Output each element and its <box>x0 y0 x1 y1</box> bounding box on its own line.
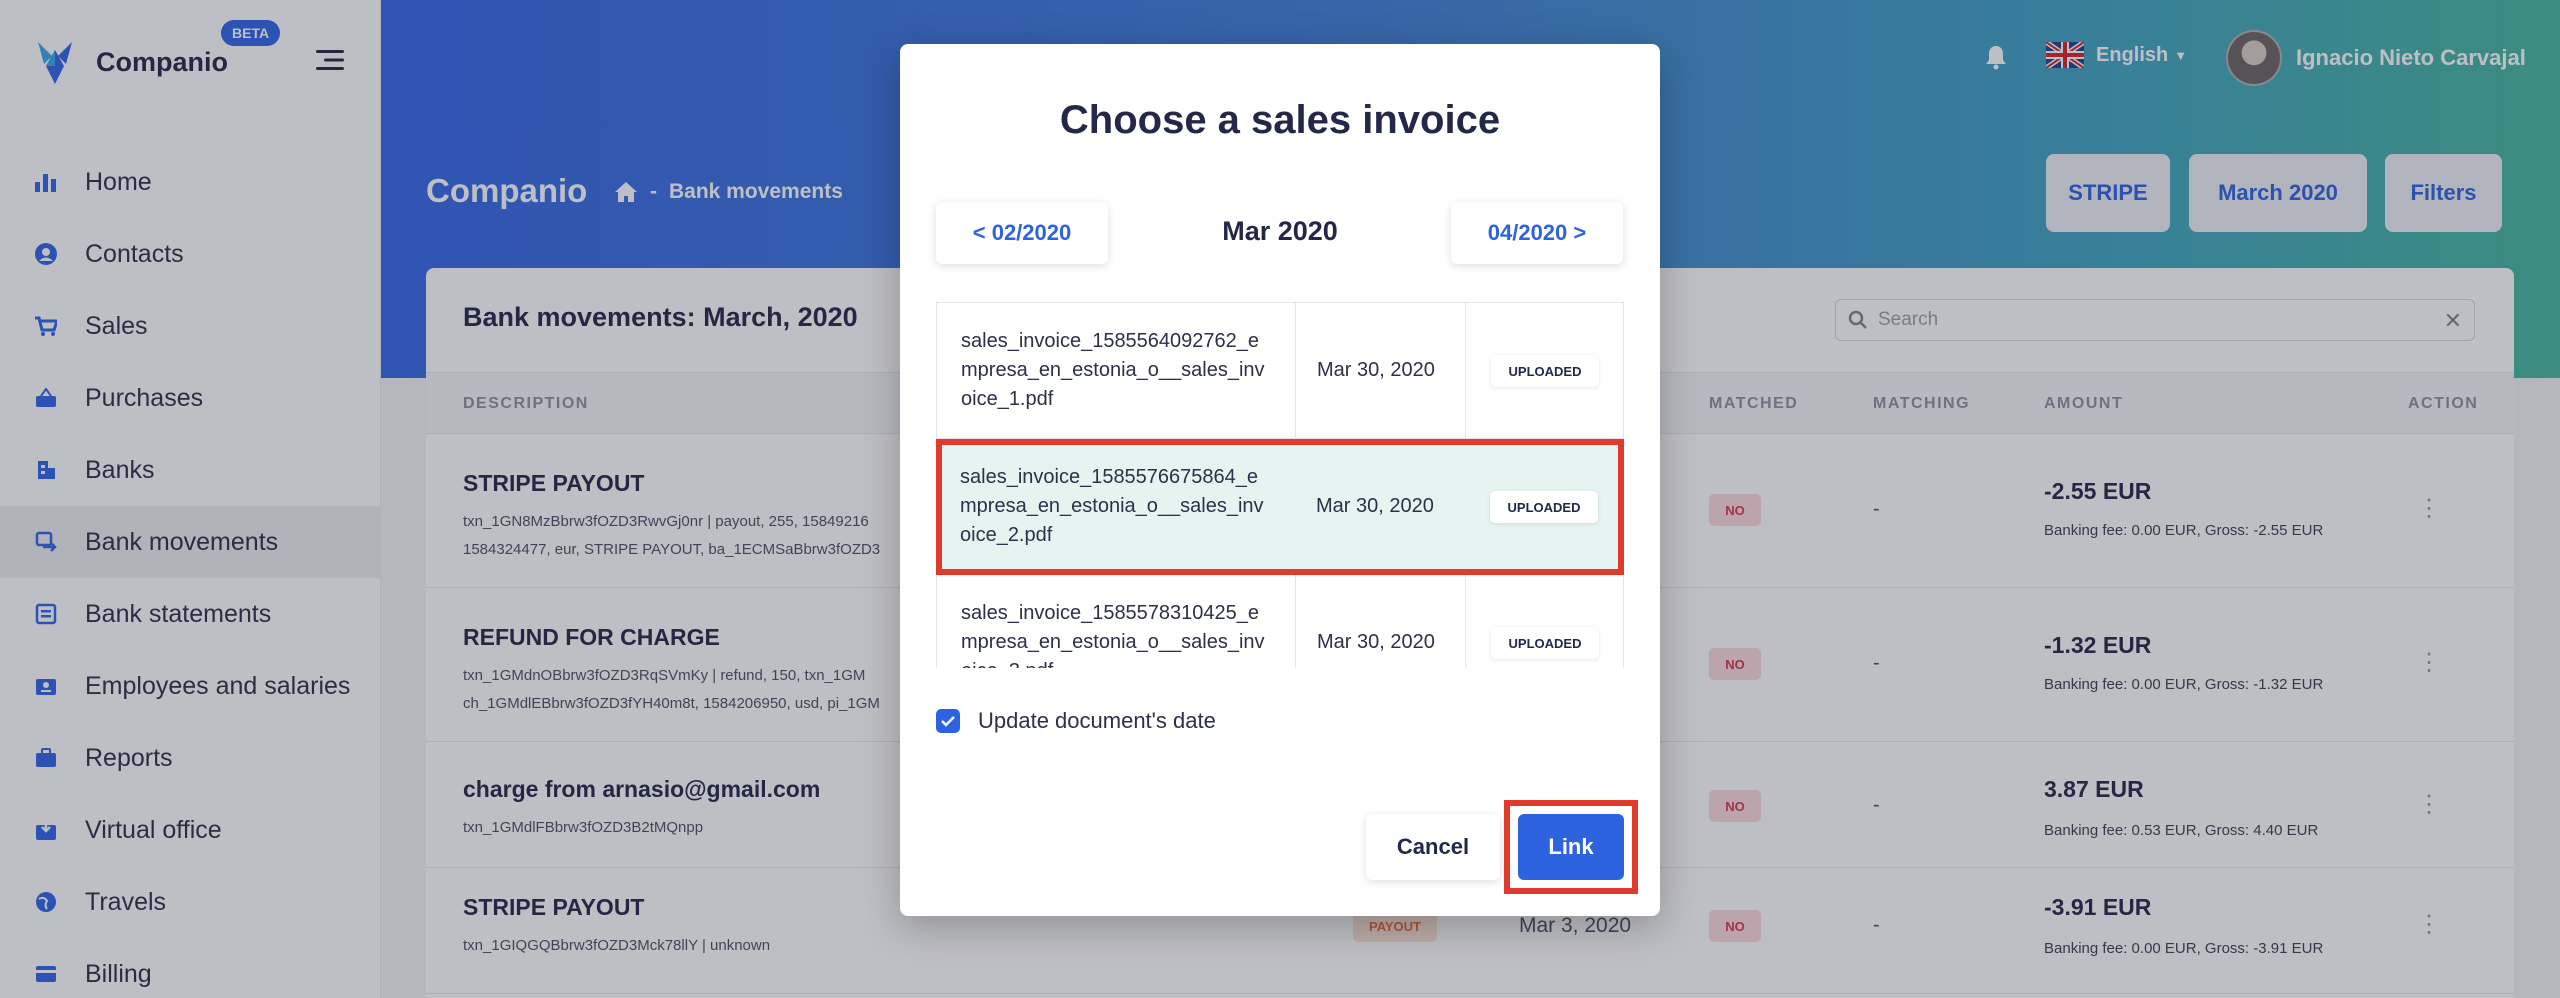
column-divider <box>1465 575 1466 668</box>
update-date-checkbox[interactable]: Update document's date <box>936 708 1216 734</box>
checkmark-icon[interactable] <box>936 709 960 733</box>
invoice-filename: sales_invoice_1585578310425_empresa_en_e… <box>961 602 1265 668</box>
link-button[interactable]: Link <box>1518 814 1624 880</box>
invoice-list[interactable]: sales_invoice_1585564092762_empresa_en_e… <box>936 302 1624 668</box>
invoice-item[interactable]: sales_invoice_1585578310425_empresa_en_e… <box>936 575 1624 668</box>
column-divider <box>1295 303 1296 439</box>
column-divider <box>1465 303 1466 439</box>
invoice-date: Mar 30, 2020 <box>1317 631 1435 653</box>
invoice-filename: sales_invoice_1585564092762_empresa_en_e… <box>961 330 1265 410</box>
invoice-filename: sales_invoice_1585576675864_empresa_en_e… <box>960 466 1264 546</box>
invoice-status-badge: UPLOADED <box>1491 627 1599 659</box>
invoice-date: Mar 30, 2020 <box>1316 495 1434 517</box>
column-divider <box>1295 575 1296 668</box>
invoice-item[interactable]: sales_invoice_1585564092762_empresa_en_e… <box>936 303 1624 439</box>
choose-invoice-dialog: Choose a sales invoice < 02/2020 Mar 202… <box>900 44 1660 916</box>
invoice-date: Mar 30, 2020 <box>1317 359 1435 381</box>
invoice-status-badge: UPLOADED <box>1490 491 1598 523</box>
dialog-title: Choose a sales invoice <box>1059 98 1501 142</box>
next-month-button[interactable]: 04/2020 > <box>1451 202 1623 264</box>
cancel-button[interactable]: Cancel <box>1366 814 1500 880</box>
invoice-status-badge: UPLOADED <box>1491 355 1599 387</box>
invoice-item-selected[interactable]: sales_invoice_1585576675864_empresa_en_e… <box>936 439 1624 575</box>
update-date-label: Update document's date <box>978 708 1216 733</box>
